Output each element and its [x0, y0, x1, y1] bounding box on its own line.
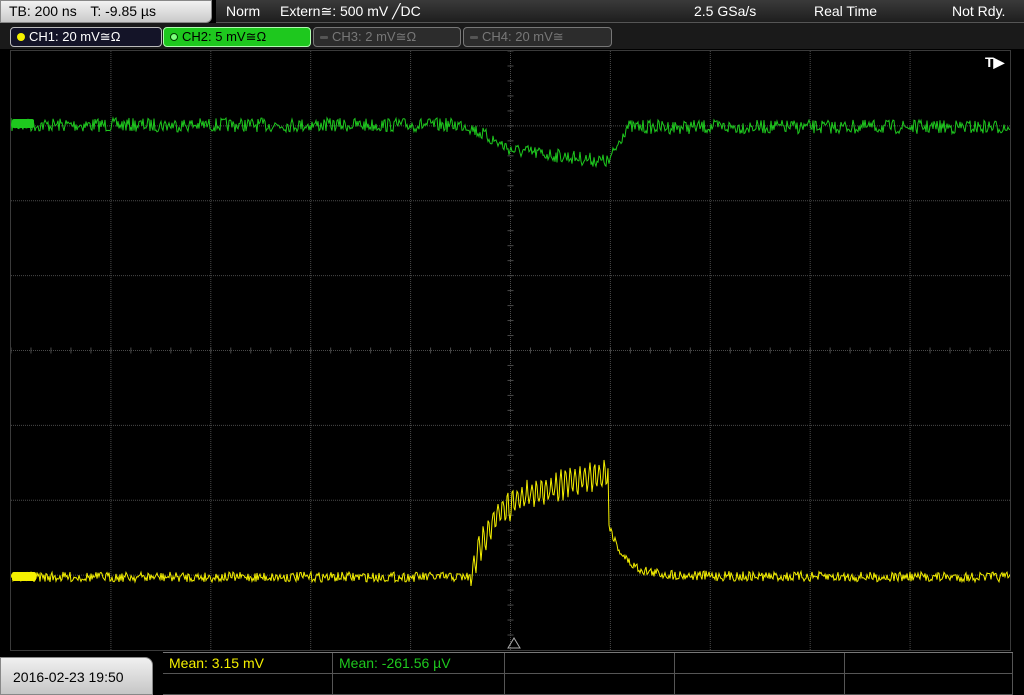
channel-4-label: CH4: 20 mV≅ [482, 29, 564, 44]
channel-3-indicator-icon [320, 36, 328, 39]
measurement-slot[interactable] [333, 674, 505, 695]
timebase-label: TB: 200 ns [9, 3, 77, 19]
measurement-slot[interactable] [675, 653, 845, 674]
measurement-slot[interactable] [845, 653, 1013, 674]
channel-bar: CH1: 20 mV≅Ω CH2: 5 mV≅Ω CH3: 2 mV≅Ω CH4… [0, 23, 1024, 49]
channel-3-tab[interactable]: CH3: 2 mV≅Ω [313, 27, 461, 47]
top-bar: TB: 200 ns T: -9.85 µs Norm Extern≅: 500… [0, 0, 1024, 23]
measurement-slot[interactable] [505, 674, 675, 695]
measurement-ch1-mean[interactable]: Mean: 3.15 mV [163, 653, 333, 674]
measurement-ch2-mean[interactable]: Mean: -261.56 µV [333, 653, 505, 674]
channel-2-indicator-icon [170, 33, 178, 41]
channel-1-label: CH1: 20 mV≅Ω [29, 29, 121, 44]
channel-1-ground-marker[interactable] [12, 572, 36, 581]
channel-1-tab[interactable]: CH1: 20 mV≅Ω [10, 27, 162, 47]
channel-2-ground-marker[interactable] [12, 119, 34, 128]
measurement-slot[interactable] [505, 653, 675, 674]
measurement-slot[interactable] [163, 674, 333, 695]
channel-4-tab[interactable]: CH4: 20 mV≅ [463, 27, 612, 47]
trigger-time-label: T: -9.85 µs [90, 3, 156, 19]
channel-4-indicator-icon [470, 36, 478, 39]
acquisition-mode: Real Time [814, 3, 878, 19]
datetime-box: 2016-02-23 19:50 [0, 657, 153, 695]
timebase-box[interactable]: TB: 200 ns T: -9.85 µs [0, 0, 212, 23]
sample-rate: 2.5 GSa/s [694, 3, 757, 19]
graticule: T▶ [11, 51, 1010, 650]
measurement-panel: Mean: 3.15 mV Mean: -261.56 µV [163, 652, 1013, 695]
channel-3-label: CH3: 2 mV≅Ω [332, 29, 417, 44]
trigger-mode[interactable]: Norm [226, 0, 260, 23]
datetime-label: 2016-02-23 19:50 [13, 669, 124, 685]
channel-2-label: CH2: 5 mV≅Ω [182, 29, 267, 44]
acquisition-state: Not Rdy. [952, 3, 1006, 19]
waveform-display[interactable]: T▶ [10, 50, 1011, 651]
channel-2-tab[interactable]: CH2: 5 mV≅Ω [163, 27, 311, 47]
channel-1-indicator-icon [17, 33, 25, 41]
status-bar: Norm Extern≅: 500 mV ╱DC 2.5 GSa/s Real … [216, 0, 1024, 23]
trigger-offset-icon[interactable] [507, 637, 521, 649]
trigger-source[interactable]: Extern≅: 500 mV ╱DC [280, 0, 421, 23]
trigger-position-marker[interactable]: T▶ [985, 54, 1006, 70]
grid-lines [11, 51, 1010, 650]
measurement-slot[interactable] [845, 674, 1013, 695]
measurement-slot[interactable] [675, 674, 845, 695]
